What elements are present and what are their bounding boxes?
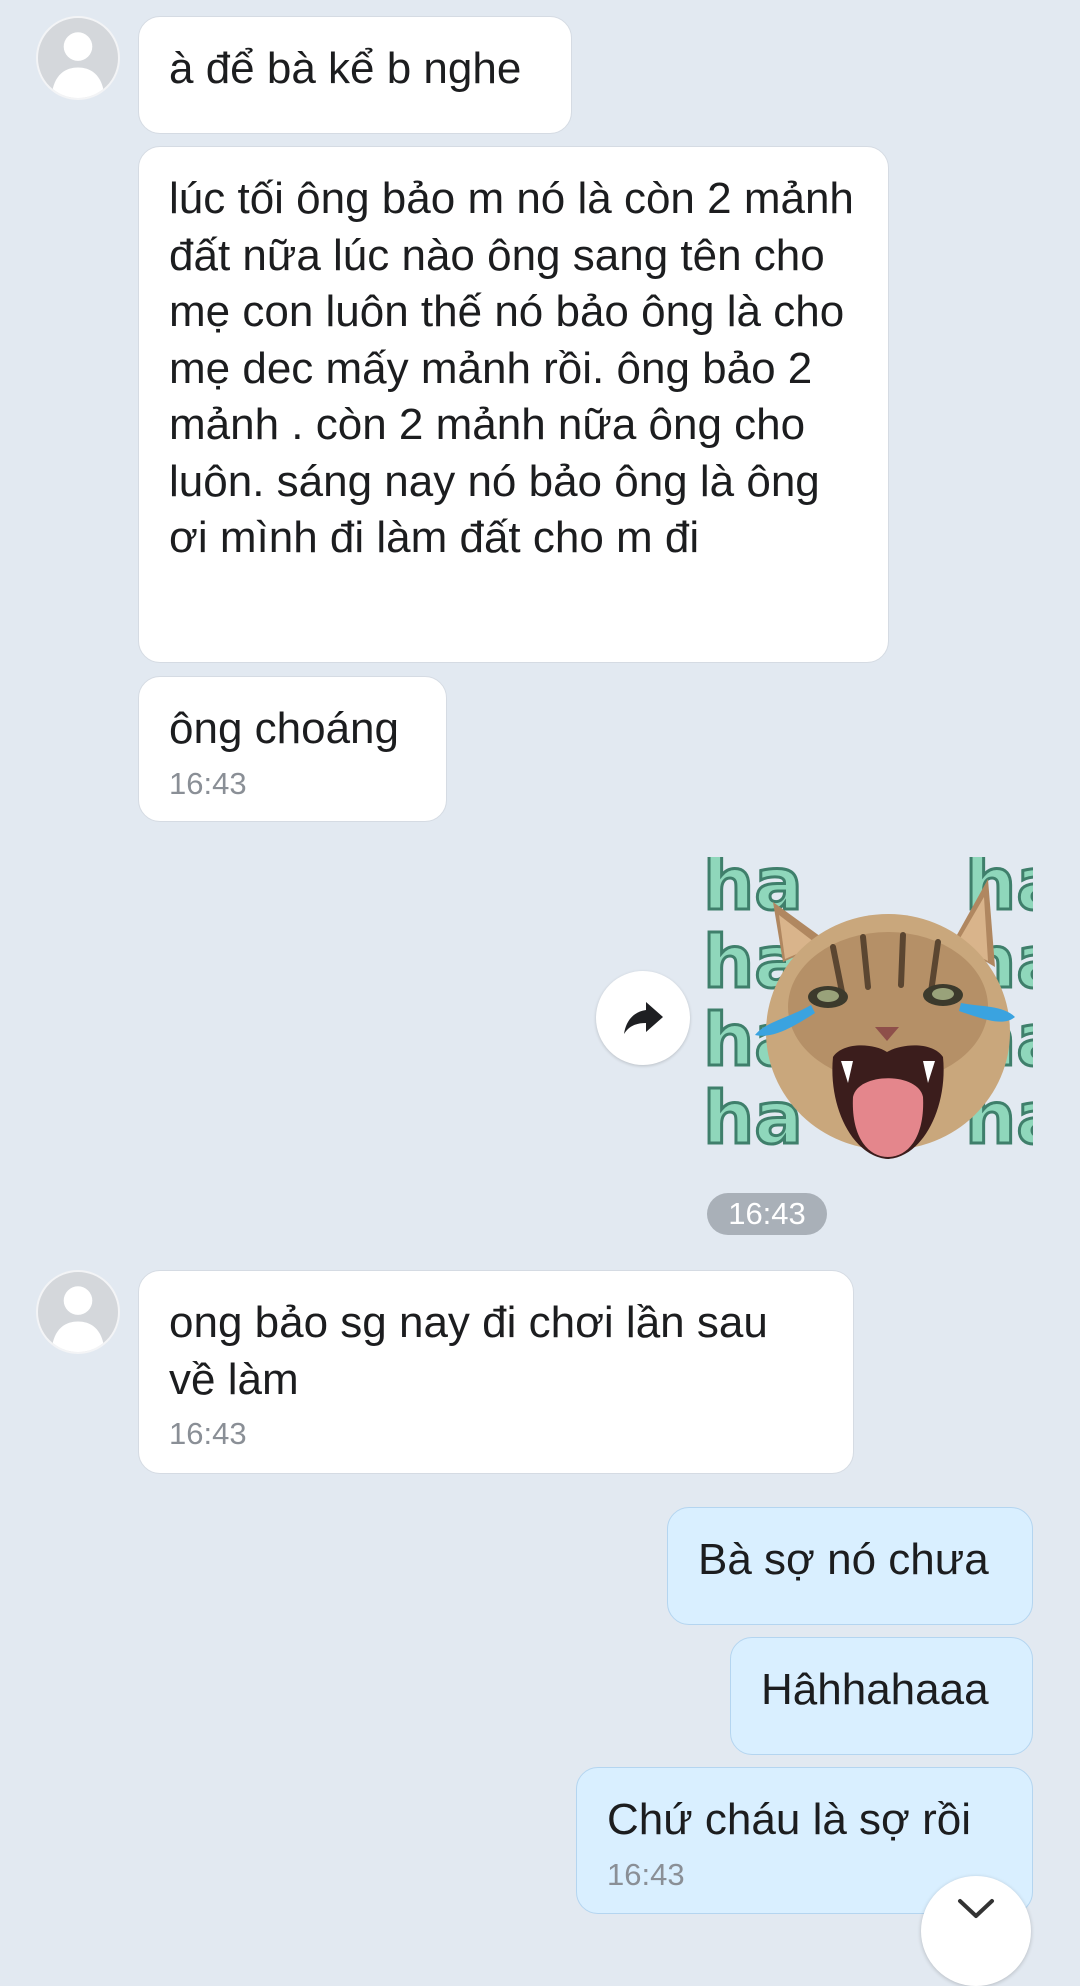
- laughing-cat-icon: hahahahahahahaha: [702, 841, 1067, 1162]
- outgoing-message-bubble[interactable]: Hâhhahaaa: [730, 1637, 1033, 1755]
- message-timestamp: 16:43: [169, 1416, 247, 1451]
- message-text: Hâhhahaaa: [761, 1665, 989, 1714]
- outgoing-message-bubble[interactable]: Bà sợ nó chưa: [667, 1507, 1033, 1625]
- incoming-message-bubble[interactable]: ong bảo sg nay đi chơi lần sau về làm 16…: [138, 1270, 854, 1474]
- incoming-message-bubble[interactable]: à để bà kể b nghe: [138, 16, 572, 134]
- share-forward-icon: [624, 1002, 663, 1034]
- message-text: Bà sợ nó chưa: [698, 1535, 989, 1584]
- default-user-avatar-icon: [51, 1286, 105, 1352]
- default-user-avatar-icon: [51, 32, 105, 98]
- message-text: ông choáng: [169, 704, 399, 753]
- sticker-timestamp: 16:43: [707, 1193, 827, 1235]
- chevron-down-icon: [958, 1899, 994, 1918]
- contact-avatar[interactable]: [36, 1270, 120, 1354]
- incoming-message-bubble[interactable]: ông choáng 16:43: [138, 676, 447, 822]
- message-timestamp: 16:43: [169, 765, 247, 801]
- message-text: lúc tối ông bảo m nó là còn 2 mảnh đất n…: [169, 174, 854, 562]
- message-text: ong bảo sg nay đi chơi lần sau về làm: [169, 1298, 768, 1404]
- share-button[interactable]: [596, 971, 690, 1065]
- cat-laughing-sticker[interactable]: hahahahahahahaha: [702, 841, 1067, 1169]
- scroll-to-bottom-button[interactable]: [921, 1876, 1031, 1986]
- message-text: à để bà kể b nghe: [169, 44, 522, 93]
- message-text: Chứ cháu là sợ rồi: [607, 1795, 972, 1844]
- contact-avatar[interactable]: [36, 16, 120, 100]
- incoming-message-bubble[interactable]: lúc tối ông bảo m nó là còn 2 mảnh đất n…: [138, 146, 889, 663]
